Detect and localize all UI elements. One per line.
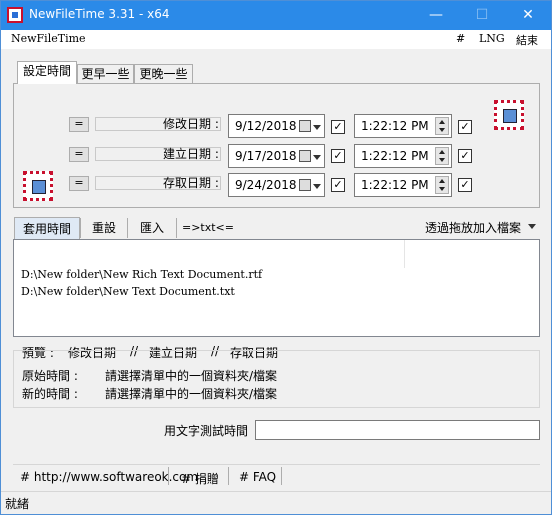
donate-link[interactable]: # 捐贈 xyxy=(181,470,219,487)
apply-time-button[interactable]: 套用時間 xyxy=(14,217,80,239)
window-title: NewFileTime 3.31 - x64 xyxy=(29,7,170,21)
target-icon[interactable] xyxy=(23,171,53,201)
access-eq-button[interactable]: = xyxy=(69,176,89,191)
menu-app[interactable]: NewFileTime xyxy=(11,32,86,45)
menu-lng[interactable]: LNG xyxy=(479,32,505,45)
tab-earlier[interactable]: 更早一些 xyxy=(77,64,134,83)
create-date-value: 9/17/2018 xyxy=(235,149,297,163)
calendar-icon[interactable] xyxy=(299,120,311,132)
modify-time-value: 1:22:12 PM xyxy=(361,119,429,133)
maximize-button: ☐ xyxy=(475,7,489,23)
list-item[interactable]: D:\New folder\New Text Document.txt xyxy=(21,285,235,298)
target-icon[interactable] xyxy=(494,100,524,130)
menu-hash[interactable]: # xyxy=(456,32,465,45)
spin-up-icon[interactable] xyxy=(439,150,445,154)
website-link[interactable]: # http://www.softwareok.com xyxy=(20,470,198,484)
create-eq-button[interactable]: = xyxy=(69,147,89,162)
tab-set-time[interactable]: 設定時間 xyxy=(17,61,77,84)
spin-up-icon[interactable] xyxy=(439,120,445,124)
access-date-picker[interactable]: 9/24/2018 xyxy=(228,173,325,197)
separator xyxy=(228,467,229,485)
app-icon[interactable] xyxy=(7,7,23,23)
original-time-label: 原始時間 : xyxy=(22,369,78,383)
access-time-value: 1:22:12 PM xyxy=(361,178,429,192)
footer-divider xyxy=(13,464,540,465)
create-time-picker[interactable]: 1:22:12 PM xyxy=(354,144,452,168)
tab-later[interactable]: 更晚一些 xyxy=(134,64,193,83)
separator xyxy=(168,467,169,485)
test-text-input[interactable] xyxy=(255,420,540,440)
new-time-label: 新的時間 : xyxy=(22,387,78,401)
modify-date-picker[interactable]: 9/12/2018 xyxy=(228,114,325,138)
chevron-down-icon[interactable] xyxy=(313,155,321,160)
import-button[interactable]: 匯入 xyxy=(128,217,176,239)
status-bar: 就緒 xyxy=(1,491,551,514)
calendar-icon[interactable] xyxy=(299,179,311,191)
separator xyxy=(281,467,282,485)
list-item[interactable]: D:\New folder\New Rich Text Document.rtf xyxy=(21,268,262,281)
create-time-checkbox[interactable]: ✓ xyxy=(458,149,472,163)
minimize-button[interactable]: — xyxy=(413,1,459,30)
modify-date-checkbox[interactable]: ✓ xyxy=(331,120,345,134)
time-spinner[interactable] xyxy=(435,147,449,165)
separator xyxy=(176,218,177,238)
modify-eq-button[interactable]: = xyxy=(69,117,89,132)
create-date-checkbox[interactable]: ✓ xyxy=(331,149,345,163)
original-time-value: 請選擇清單中的一個資料夾/檔案 xyxy=(105,369,278,383)
create-date-label: 建立日期 : xyxy=(163,147,219,161)
menu-bar: NewFileTime # LNG 結束 xyxy=(1,30,551,49)
modify-date-label: 修改日期 : xyxy=(163,117,219,131)
test-text-label: 用文字測試時間 xyxy=(164,424,249,438)
chevron-down-icon[interactable] xyxy=(313,184,321,189)
file-list[interactable]: D:\New folder\New Rich Text Document.rtf… xyxy=(13,239,540,337)
txt-export-button[interactable]: =>txt<= xyxy=(179,217,237,239)
faq-link[interactable]: # FAQ xyxy=(239,470,276,484)
app-window: NewFileTime 3.31 - x64 — ☐ ✕ NewFileTime… xyxy=(0,0,552,515)
modify-time-checkbox[interactable]: ✓ xyxy=(458,120,472,134)
menu-exit[interactable]: 結束 xyxy=(516,32,538,48)
new-time-value: 請選擇清單中的一個資料夾/檔案 xyxy=(105,387,278,401)
create-time-value: 1:22:12 PM xyxy=(361,149,429,163)
column-divider xyxy=(404,240,405,268)
create-date-picker[interactable]: 9/17/2018 xyxy=(228,144,325,168)
spin-down-icon[interactable] xyxy=(439,187,445,191)
title-bar[interactable]: NewFileTime 3.31 - x64 — ☐ ✕ xyxy=(1,1,551,30)
spin-down-icon[interactable] xyxy=(439,158,445,162)
access-date-checkbox[interactable]: ✓ xyxy=(331,178,345,192)
time-spinner[interactable] xyxy=(435,176,449,194)
reset-button[interactable]: 重設 xyxy=(81,217,127,239)
access-time-picker[interactable]: 1:22:12 PM xyxy=(354,173,452,197)
access-time-checkbox[interactable]: ✓ xyxy=(458,178,472,192)
spin-up-icon[interactable] xyxy=(439,179,445,183)
access-date-label: 存取日期 : xyxy=(163,176,219,190)
spin-down-icon[interactable] xyxy=(439,128,445,132)
chevron-down-icon[interactable] xyxy=(528,224,536,229)
chevron-down-icon[interactable] xyxy=(313,125,321,130)
modify-date-value: 9/12/2018 xyxy=(235,119,297,133)
calendar-icon[interactable] xyxy=(299,150,311,162)
modify-time-picker[interactable]: 1:22:12 PM xyxy=(354,114,452,138)
time-spinner[interactable] xyxy=(435,117,449,135)
access-date-value: 9/24/2018 xyxy=(235,178,297,192)
drag-drop-add-button[interactable]: 透過拖放加入檔案 xyxy=(421,217,525,239)
close-button[interactable]: ✕ xyxy=(505,1,551,30)
status-text: 就緒 xyxy=(5,497,30,511)
